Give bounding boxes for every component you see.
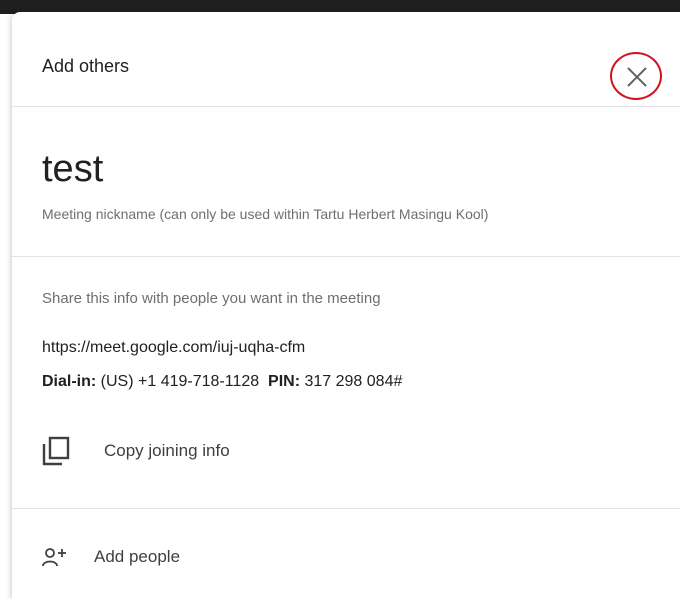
meeting-nickname-caption: Meeting nickname (can only be used withi…: [42, 206, 489, 222]
dialog-header: Add others: [12, 12, 680, 107]
dialog-title: Add others: [42, 56, 130, 76]
divider: [12, 508, 680, 509]
copy-joining-info-button[interactable]: Copy joining info: [38, 432, 298, 472]
copy-joining-info-label: Copy joining info: [104, 441, 230, 460]
meeting-link[interactable]: https://meet.google.com/iuj-uqha-cfm: [42, 339, 305, 357]
close-button[interactable]: [610, 52, 662, 100]
meeting-nickname: test: [42, 148, 104, 190]
dial-in-number: (US) +1 419-718-1128: [100, 373, 260, 390]
copy-icon: [42, 436, 70, 466]
add-people-button[interactable]: Add people: [38, 540, 258, 576]
divider: [12, 256, 680, 257]
pin-value: 317 298 084#: [304, 373, 403, 390]
add-people-label: Add people: [94, 547, 181, 566]
pin-label: PIN:: [268, 373, 301, 390]
add-others-dialog: Add others test Meeting nickname (can on…: [12, 12, 680, 599]
dial-in-line: Dial-in: (US) +1 419-718-1128 PIN: 317 2…: [42, 373, 402, 391]
dial-in-label: Dial-in:: [42, 373, 97, 390]
close-icon: [627, 67, 647, 87]
add-person-icon: [42, 548, 66, 567]
share-caption: Share this info with people you want in …: [42, 290, 381, 307]
